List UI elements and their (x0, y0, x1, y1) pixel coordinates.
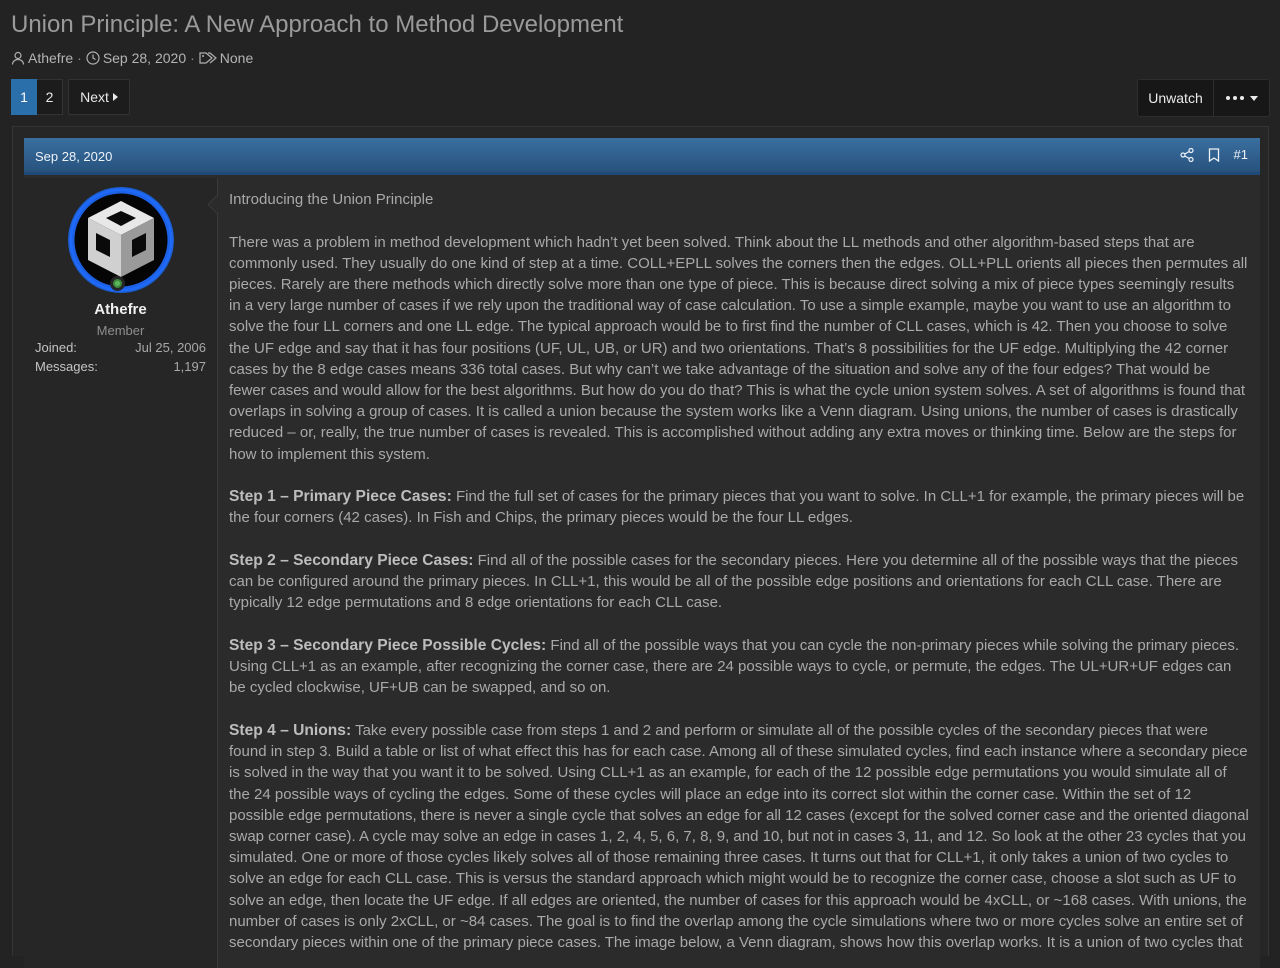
step-1-heading: Step 1 – Primary Piece Cases: (229, 488, 452, 506)
messages-stat: Messages: 1,197 (35, 359, 206, 374)
post-header: Sep 28, 2020 #1 (24, 138, 1260, 175)
tags-icon (199, 52, 217, 64)
joined-stat: Joined: Jul 25, 2006 (35, 340, 206, 355)
step-3-paragraph: Step 3 – Secondary Piece Possible Cycles… (229, 635, 1249, 699)
user-info: Athefre Member Joined: Jul 25, 2006 Mess… (24, 178, 218, 968)
avatar[interactable] (68, 187, 174, 293)
joined-value: Jul 25, 2006 (135, 340, 206, 355)
step-3-heading: Step 3 – Secondary Piece Possible Cycles… (229, 637, 547, 655)
user-title: Member (96, 323, 145, 338)
post-date[interactable]: Sep 28, 2020 (35, 149, 112, 164)
thread-author-link[interactable]: Athefre (28, 50, 73, 66)
ellipsis-icon (1225, 96, 1244, 100)
intro-paragraph: Introducing the Union Principle (229, 191, 434, 208)
thread-block: Sep 28, 2020 #1 Athefre Member Joined: J… (12, 126, 1269, 968)
chevron-right-icon (112, 93, 118, 101)
thread-title: Union Principle: A New Approach to Metho… (11, 11, 624, 38)
step-2-paragraph: Step 2 – Secondary Piece Cases: Find all… (229, 550, 1249, 614)
thread-start-date[interactable]: Sep 28, 2020 (103, 50, 186, 66)
next-page-button[interactable]: Next (68, 79, 130, 115)
messages-label: Messages: (35, 359, 98, 374)
step-4-paragraph: Step 4 – Unions: Take every possible cas… (229, 720, 1249, 953)
clock-icon (86, 51, 100, 65)
post-body: Introducing the Union Principle There wa… (229, 189, 1249, 953)
step-4-text: Take every possible case from steps 1 an… (229, 722, 1249, 952)
online-status-icon (110, 276, 125, 291)
next-page-label: Next (80, 89, 109, 105)
pagination: 1 2 Next (11, 79, 130, 115)
more-options-button[interactable] (1214, 79, 1270, 117)
step-4-heading: Step 4 – Unions: (229, 722, 352, 740)
joined-label: Joined: (35, 340, 77, 355)
thread-actions: Unwatch (1137, 79, 1270, 117)
page-2-button[interactable]: 2 (37, 79, 63, 115)
post: Sep 28, 2020 #1 Athefre Member Joined: J… (24, 138, 1260, 968)
user-icon (11, 51, 25, 65)
post-number-link[interactable]: #1 (1234, 147, 1248, 162)
messages-value[interactable]: 1,197 (173, 359, 206, 374)
thread-meta: Athefre · Sep 28, 2020 · None (11, 49, 253, 67)
caret-down-icon (1249, 95, 1258, 101)
step-1-paragraph: Step 1 – Primary Piece Cases: Find the f… (229, 486, 1249, 528)
body-paragraph: There was a problem in method developmen… (229, 233, 1248, 463)
share-icon[interactable] (1179, 147, 1194, 162)
unwatch-button[interactable]: Unwatch (1137, 79, 1214, 117)
page-1-button[interactable]: 1 (11, 79, 37, 115)
bookmark-icon[interactable] (1208, 147, 1220, 162)
step-2-heading: Step 2 – Secondary Piece Cases: (229, 552, 474, 570)
username-link[interactable]: Athefre (24, 301, 217, 318)
thread-tags: None (219, 50, 254, 66)
